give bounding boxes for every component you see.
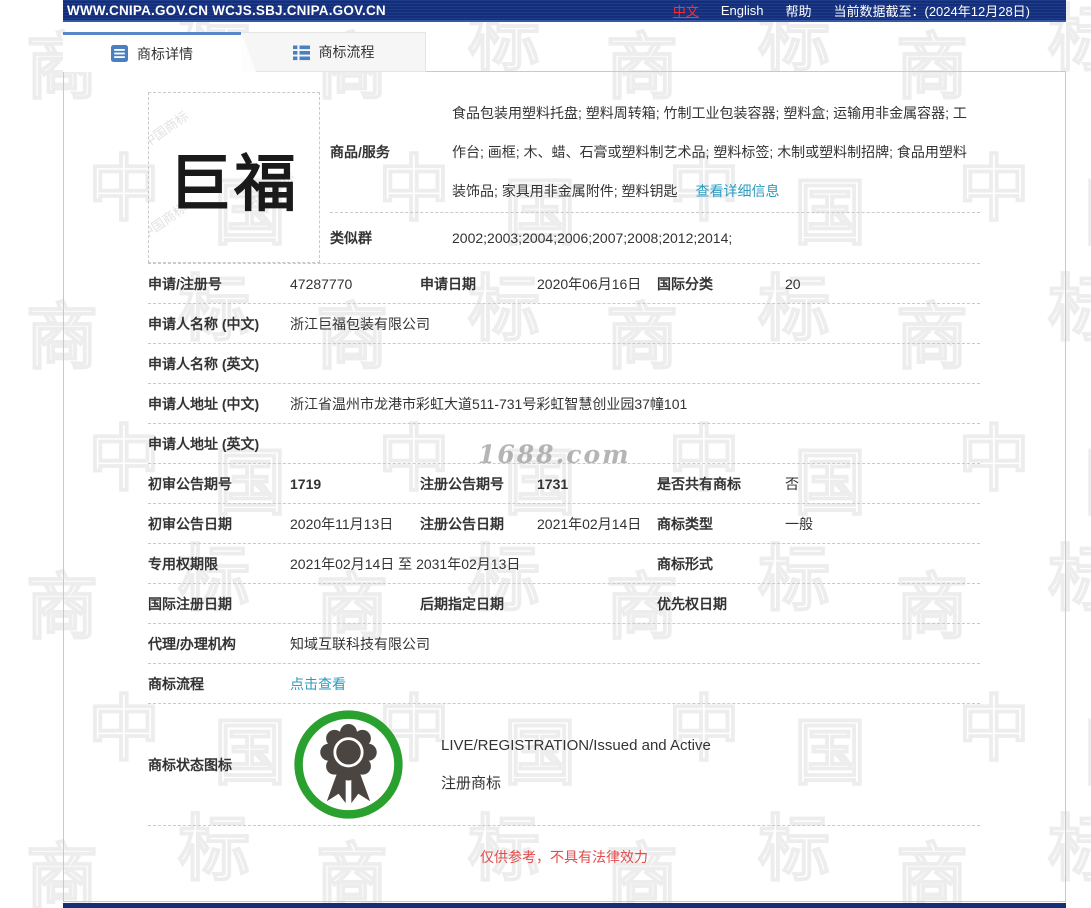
legal-disclaimer: 仅供参考，不具有法律效力 <box>480 849 648 865</box>
top-nav: 中文 English 帮助 当前数据截至：(2024年12月28日) <box>673 1 1030 20</box>
table-row: 初审公告期号 1719 注册公告期号 1731 是否共有商标 否 <box>148 464 980 504</box>
table-row: 专用权期限 2021年02月14日 至 2031年02月13日 商标形式 <box>148 544 980 584</box>
help-link[interactable]: 帮助 <box>785 1 811 20</box>
similar-group-value: 2002;2003;2004;2006;2007;2008;2012;2014; <box>452 230 733 246</box>
agency-value: 知域互联科技有限公司 <box>290 635 430 652</box>
table-row: 申请/注册号 47287770 申请日期 2020年06月16日 国际分类 20 <box>148 264 980 304</box>
table-row: 申请人名称 (英文) <box>148 344 980 384</box>
status-content: LIVE/REGISTRATION/Issued and Active 注册商标 <box>290 708 980 821</box>
first-pub-date-value: 2020年11月13日 <box>290 515 394 532</box>
first-pub-no-label: 初审公告期号 <box>148 475 232 492</box>
shared-mark-value: 否 <box>785 475 799 492</box>
reg-pub-date-value: 2021年02月14日 <box>537 515 642 532</box>
goods-services-value: 食品包装用塑料托盘; 塑料周转箱; 竹制工业包装容器; 塑料盒; 运输用非金属容… <box>452 94 980 211</box>
table-row: 初审公告日期 2020年11月13日 注册公告日期 2021年02月14日 商标… <box>148 504 980 544</box>
first-pub-no-value: 1719 <box>290 475 322 492</box>
applicant-cn-value: 浙江巨福包装有限公司 <box>290 315 430 332</box>
app-date-label: 申请日期 <box>420 275 476 292</box>
mark-form-label: 商标形式 <box>657 555 713 572</box>
mark-type-label: 商标类型 <box>657 515 713 532</box>
tab-process-label: 商标流程 <box>318 44 375 60</box>
click-to-view-link[interactable]: 点击查看 <box>290 676 346 692</box>
table-row: 商标流程 点击查看 <box>148 664 980 704</box>
status-line-english: LIVE/REGISTRATION/Issued and Active <box>441 736 711 754</box>
tab-detail-label: 商标详情 <box>137 45 193 62</box>
address-cn-label: 申请人地址 (中文) <box>148 395 260 412</box>
address-en-label: 申请人地址 (英文) <box>148 435 260 452</box>
data-cutoff-text: 当前数据截至：(2024年12月28日) <box>833 3 1031 19</box>
applicant-cn-label: 申请人名称 (中文) <box>148 315 260 332</box>
reg-no-value: 47287770 <box>290 275 353 292</box>
detail-list-icon <box>111 45 128 62</box>
lang-chinese-link[interactable]: 中文 <box>673 1 699 20</box>
goods-section: 商品/服务 食品包装用塑料托盘; 塑料周转箱; 竹制工业包装容器; 塑料盒; 运… <box>330 92 980 263</box>
status-line-chinese: 注册商标 <box>441 774 502 792</box>
table-row: 代理/办理机构 知域互联科技有限公司 <box>148 624 980 664</box>
reg-pub-no-value: 1731 <box>537 475 569 492</box>
reg-no-label: 申请/注册号 <box>148 275 222 292</box>
table-row: 申请人地址 (中文) 浙江省温州市龙港市彩虹大道511-731号彩虹智慧创业园3… <box>148 384 980 424</box>
reg-pub-date-label: 注册公告日期 <box>420 515 504 532</box>
app-date-value: 2020年06月16日 <box>537 275 642 292</box>
intl-class-value: 20 <box>785 275 801 292</box>
mark-type-value: 一般 <box>785 515 813 532</box>
process-list-icon <box>292 45 310 60</box>
intl-class-label: 国际分类 <box>657 275 713 292</box>
status-text-block: LIVE/REGISTRATION/Issued and Active 注册商标 <box>441 737 711 793</box>
tab-trademark-detail[interactable]: 商标详情 <box>63 32 256 72</box>
first-pub-date-label: 初审公告日期 <box>148 515 232 532</box>
term-value: 2021年02月14日 至 2031年02月13日 <box>290 555 521 572</box>
lang-english-link[interactable]: English <box>721 3 764 18</box>
reg-pub-no-label: 注册公告期号 <box>420 475 504 492</box>
goods-services-label: 商品/服务 <box>330 144 390 160</box>
footer-bar <box>63 903 1066 908</box>
table-row: 商标状态图标 LIVE/REGISTRATION/Issued and Acti… <box>148 704 980 826</box>
detail-table: 中国商标 中国商标 中国商标 巨福 商品/服务 食品包装用塑料托盘; 塑料周转箱… <box>148 92 980 891</box>
site-urls: WWW.CNIPA.GOV.CN WCJS.SBJ.CNIPA.GOV.CN <box>67 2 386 18</box>
table-row: 中国商标 中国商标 中国商标 巨福 商品/服务 食品包装用塑料托盘; 塑料周转箱… <box>148 92 980 264</box>
table-row: 国际注册日期 后期指定日期 优先权日期 <box>148 584 980 624</box>
registered-medal-icon <box>294 710 403 819</box>
tab-trademark-process[interactable]: 商标流程 <box>241 32 426 72</box>
late-designation-label: 后期指定日期 <box>420 595 504 612</box>
table-row: 申请人名称 (中文) 浙江巨福包装有限公司 <box>148 304 980 344</box>
intl-reg-date-label: 国际注册日期 <box>148 595 232 612</box>
address-cn-value: 浙江省温州市龙港市彩虹大道511-731号彩虹智慧创业园37幢101 <box>290 395 688 412</box>
tab-bar: 商标详情 商标流程 <box>63 32 1066 72</box>
view-details-link[interactable]: 查看详细信息 <box>695 183 779 199</box>
agency-label: 代理/办理机构 <box>148 635 236 652</box>
similar-group-row: 类似群 2002;2003;2004;2006;2007;2008;2012;2… <box>330 213 980 263</box>
status-icon-label: 商标状态图标 <box>148 756 232 773</box>
top-bar: WWW.CNIPA.GOV.CN WCJS.SBJ.CNIPA.GOV.CN 中… <box>63 0 1066 22</box>
table-row: 申请人地址 (英文) <box>148 424 980 464</box>
priority-date-label: 优先权日期 <box>657 595 727 612</box>
detail-content-box: 中国商标 中国商标 中国商标 巨福 商品/服务 食品包装用塑料托盘; 塑料周转箱… <box>63 71 1066 902</box>
trademark-name-text: 巨福 <box>168 146 299 220</box>
term-label: 专用权期限 <box>148 555 218 572</box>
goods-services-row: 商品/服务 食品包装用塑料托盘; 塑料周转箱; 竹制工业包装容器; 塑料盒; 运… <box>330 92 980 213</box>
applicant-en-label: 申请人名称 (英文) <box>148 355 260 372</box>
similar-group-label: 类似群 <box>330 230 372 246</box>
process-label: 商标流程 <box>148 675 204 692</box>
trademark-image: 中国商标 中国商标 中国商标 巨福 <box>148 92 320 263</box>
trademark-detail-page: WWW.CNIPA.GOV.CN WCJS.SBJ.CNIPA.GOV.CN 中… <box>63 0 1066 902</box>
shared-mark-label: 是否共有商标 <box>657 475 741 492</box>
